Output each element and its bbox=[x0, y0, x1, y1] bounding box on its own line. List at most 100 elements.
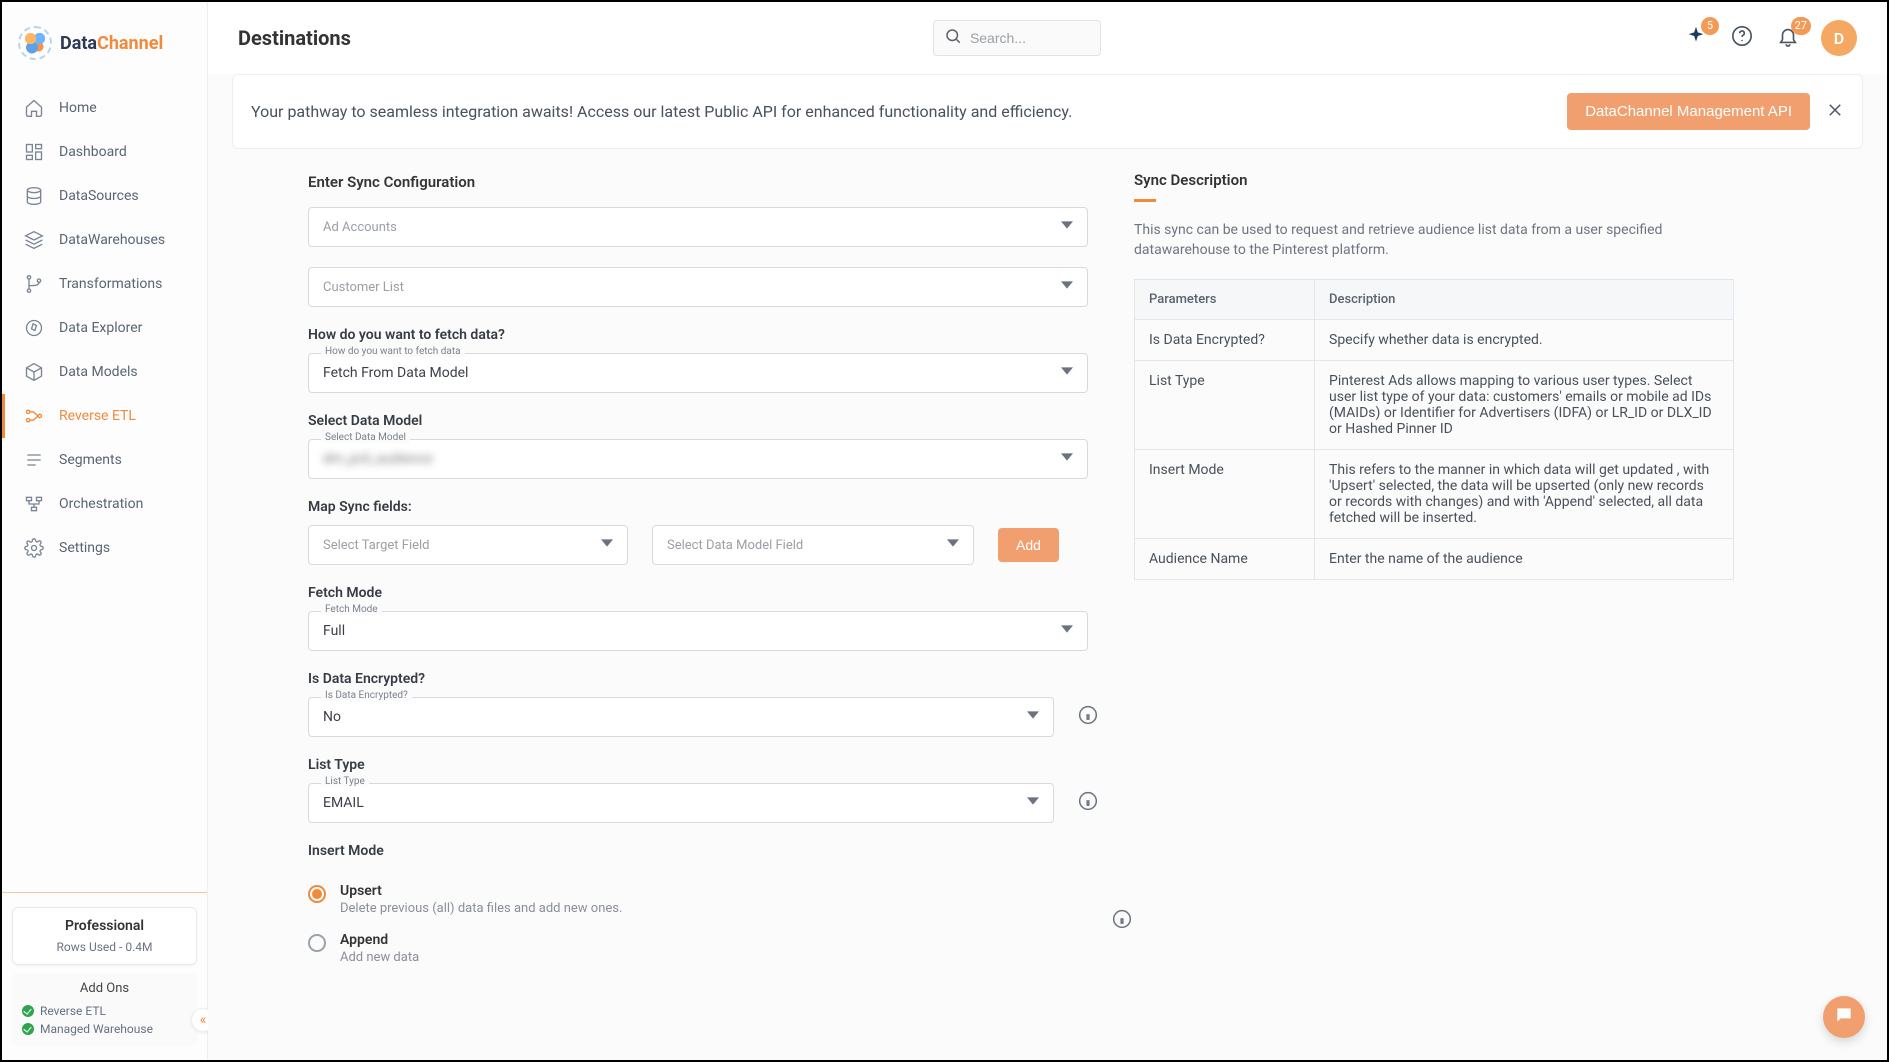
sidebar-item-label: Orchestration bbox=[59, 496, 143, 512]
accent-underline bbox=[1134, 199, 1156, 202]
sync-description-heading: Sync Description bbox=[1134, 171, 1734, 189]
chevron-down-icon bbox=[1061, 451, 1073, 467]
add-mapping-button[interactable]: Add bbox=[998, 528, 1059, 562]
model-field-select[interactable]: Select Data Model Field bbox=[652, 525, 974, 565]
info-button[interactable] bbox=[1078, 791, 1098, 815]
workflow-icon bbox=[23, 493, 45, 515]
chat-fab[interactable] bbox=[1823, 996, 1865, 1038]
table-cell: Pinterest Ads allows mapping to various … bbox=[1315, 360, 1734, 449]
search-icon bbox=[944, 27, 962, 49]
info-button[interactable] bbox=[1112, 909, 1132, 933]
banner-text: Your pathway to seamless integration awa… bbox=[251, 102, 1072, 121]
dashboard-icon bbox=[23, 141, 45, 163]
list-type-select[interactable]: List Type EMAIL bbox=[308, 783, 1054, 823]
chevron-down-icon bbox=[601, 537, 613, 553]
sidebar-item-orchestration[interactable]: Orchestration bbox=[2, 482, 207, 526]
chat-icon bbox=[1834, 1005, 1854, 1029]
help-button[interactable] bbox=[1729, 25, 1755, 51]
insert-mode-append-radio[interactable] bbox=[308, 934, 326, 952]
sidebar-item-home[interactable]: Home bbox=[2, 86, 207, 130]
chevron-down-icon bbox=[1061, 365, 1073, 381]
reverse-etl-icon bbox=[23, 405, 45, 427]
avatar-letter: D bbox=[1834, 29, 1844, 48]
sync-description-text: This sync can be used to request and ret… bbox=[1134, 220, 1734, 261]
search-input[interactable] bbox=[970, 30, 1070, 46]
topbar: Destinations 5 27 D bbox=[208, 2, 1887, 74]
sidebar-item-dashboard[interactable]: Dashboard bbox=[2, 130, 207, 174]
sidebar-item-label: DataSources bbox=[59, 188, 139, 204]
is-data-encrypted-label: Is Data Encrypted? bbox=[308, 671, 1098, 687]
insert-mode-label: Insert Mode bbox=[308, 843, 1098, 859]
database-icon bbox=[23, 185, 45, 207]
addon-label: Managed Warehouse bbox=[40, 1022, 153, 1036]
main: Destinations 5 27 D bbox=[208, 2, 1887, 1060]
sidebar-item-segments[interactable]: Segments bbox=[2, 438, 207, 482]
target-field-select[interactable]: Select Target Field bbox=[308, 525, 628, 565]
check-icon bbox=[22, 1005, 34, 1017]
radio-sublabel: Add new data bbox=[340, 950, 419, 965]
sync-description-panel: Sync Description This sync can be used t… bbox=[1134, 171, 1734, 1030]
select-data-model-label: Select Data Model bbox=[308, 413, 1098, 429]
select-float-label: Fetch Mode bbox=[321, 604, 382, 615]
sidebar-item-label: Transformations bbox=[59, 276, 162, 292]
plan-rows-used: Rows Used - 0.4M bbox=[25, 940, 184, 954]
sidebar: DataChannel Home Dashboard DataSources D… bbox=[2, 2, 208, 1060]
sparkle-badge: 5 bbox=[1701, 17, 1719, 35]
select-placeholder: Select Data Model Field bbox=[667, 538, 803, 553]
addon-item: Managed Warehouse bbox=[22, 1020, 187, 1038]
fetch-method-select[interactable]: How do you want to fetch data Fetch From… bbox=[308, 353, 1088, 393]
sidebar-item-reverse-etl[interactable]: Reverse ETL bbox=[2, 394, 207, 438]
sidebar-item-label: Settings bbox=[59, 540, 110, 556]
info-button[interactable] bbox=[1078, 705, 1098, 729]
ad-accounts-select[interactable]: Ad Accounts bbox=[308, 207, 1088, 247]
banner-close-button[interactable] bbox=[1826, 101, 1844, 123]
select-float-label: Is Data Encrypted? bbox=[321, 690, 412, 701]
avatar[interactable]: D bbox=[1821, 20, 1857, 56]
info-icon bbox=[1078, 705, 1098, 729]
sidebar-item-datasources[interactable]: DataSources bbox=[2, 174, 207, 218]
insert-mode-upsert-radio[interactable] bbox=[308, 885, 326, 903]
fetch-question-label: How do you want to fetch data? bbox=[308, 327, 1098, 343]
sidebar-item-data-models[interactable]: Data Models bbox=[2, 350, 207, 394]
git-branch-icon bbox=[23, 273, 45, 295]
select-placeholder: Select Target Field bbox=[323, 538, 430, 553]
is-data-encrypted-select[interactable]: Is Data Encrypted? No bbox=[308, 697, 1054, 737]
customer-list-select[interactable]: Customer List bbox=[308, 267, 1088, 307]
chevron-down-icon bbox=[1061, 279, 1073, 295]
select-float-label: How do you want to fetch data bbox=[321, 346, 465, 357]
topbar-actions: 5 27 D bbox=[1683, 20, 1857, 56]
sidebar-item-settings[interactable]: Settings bbox=[2, 526, 207, 570]
sidebar-item-data-explorer[interactable]: Data Explorer bbox=[2, 306, 207, 350]
plan-card[interactable]: Professional Rows Used - 0.4M bbox=[12, 907, 197, 965]
table-cell: This refers to the manner in which data … bbox=[1315, 449, 1734, 538]
fetch-mode-select[interactable]: Fetch Mode Full bbox=[308, 611, 1088, 651]
sidebar-item-transformations[interactable]: Transformations bbox=[2, 262, 207, 306]
table-row: Insert Mode This refers to the manner in… bbox=[1135, 449, 1734, 538]
select-value: No bbox=[323, 709, 341, 725]
sidebar-item-datawarehouses[interactable]: DataWarehouses bbox=[2, 218, 207, 262]
sparkle-button[interactable]: 5 bbox=[1683, 25, 1709, 51]
notifications-badge: 27 bbox=[1791, 17, 1811, 35]
info-icon bbox=[1112, 909, 1132, 933]
sidebar-item-label: DataWarehouses bbox=[59, 232, 165, 248]
home-icon bbox=[23, 97, 45, 119]
sidebar-item-label: Reverse ETL bbox=[59, 408, 136, 424]
banner-cta-button[interactable]: DataChannel Management API bbox=[1567, 93, 1810, 130]
select-value: Fetch From Data Model bbox=[323, 365, 468, 381]
sidebar-footer: Professional Rows Used - 0.4M Add Ons Re… bbox=[2, 892, 207, 1060]
select-value: EMAIL bbox=[323, 795, 364, 811]
fetch-mode-label: Fetch Mode bbox=[308, 585, 1098, 601]
select-placeholder: Ad Accounts bbox=[323, 220, 397, 235]
select-placeholder: Customer List bbox=[323, 280, 404, 295]
notifications-button[interactable]: 27 bbox=[1775, 25, 1801, 51]
close-icon bbox=[1826, 107, 1844, 123]
table-cell: Audience Name bbox=[1135, 538, 1315, 579]
search-input-wrapper[interactable] bbox=[933, 20, 1101, 56]
table-header: Parameters bbox=[1135, 279, 1315, 319]
info-icon bbox=[1078, 791, 1098, 815]
chevron-down-icon bbox=[1061, 219, 1073, 235]
logo[interactable]: DataChannel bbox=[2, 2, 207, 86]
data-model-select[interactable]: Select Data Model dm_prd_audience bbox=[308, 439, 1088, 479]
chevron-down-icon bbox=[947, 537, 959, 553]
gear-icon bbox=[23, 537, 45, 559]
